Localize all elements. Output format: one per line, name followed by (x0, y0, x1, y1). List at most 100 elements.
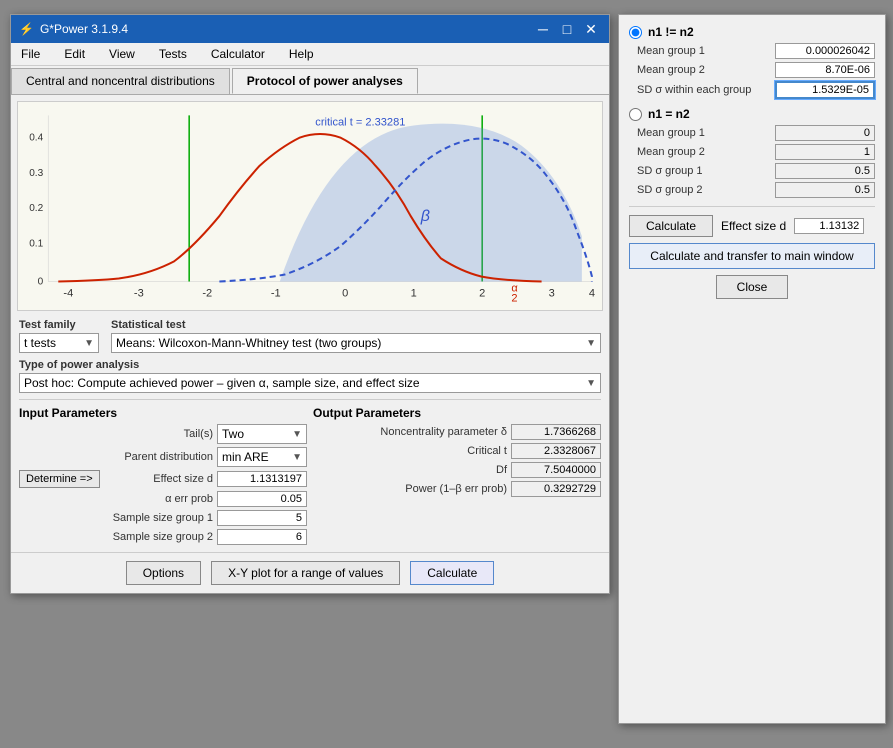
option1-section: n1 != n2 Mean group 1 Mean group 2 SD σ … (629, 25, 875, 99)
right-panel: n1 != n2 Mean group 1 Mean group 2 SD σ … (618, 14, 886, 724)
options-button[interactable]: Options (126, 561, 201, 585)
svg-text:0.1: 0.1 (29, 238, 43, 249)
tails-combo[interactable]: Two ▼ (217, 424, 307, 444)
option2-section: n1 = n2 Mean group 1 Mean group 2 SD σ g… (629, 107, 875, 198)
title-bar-controls: ─ □ ✕ (533, 19, 601, 39)
statistical-test-label: Statistical test (111, 319, 601, 331)
sd2-label: SD σ group 2 (637, 184, 703, 196)
svg-text:4: 4 (589, 288, 595, 300)
minimize-button[interactable]: ─ (533, 19, 553, 39)
right-close-button[interactable]: Close (716, 275, 789, 299)
menu-bar: File Edit View Tests Calculator Help (11, 43, 609, 66)
option2-radio[interactable] (629, 108, 642, 121)
sd2-input[interactable] (775, 182, 875, 198)
xy-plot-button[interactable]: X-Y plot for a range of values (211, 561, 400, 585)
power-analysis-combo[interactable]: Post hoc: Compute achieved power – given… (19, 373, 601, 393)
effect-row: Calculate Effect size d (629, 215, 875, 237)
mean1b-input[interactable] (775, 125, 875, 141)
parent-dist-label: Parent distribution (19, 451, 213, 463)
sample2-row: Sample size group 2 (19, 529, 307, 545)
app-title: G*Power 3.1.9.4 (40, 22, 128, 36)
critical-t-value[interactable] (511, 443, 601, 459)
mean2b-row: Mean group 2 (637, 144, 875, 160)
tails-label: Tail(s) (19, 428, 213, 440)
sample2-input[interactable] (217, 529, 307, 545)
svg-text:2: 2 (511, 293, 517, 305)
effect-size-d-label: Effect size d (721, 219, 786, 233)
sd1-label: SD σ group 1 (637, 165, 703, 177)
menu-edit[interactable]: Edit (58, 45, 91, 63)
option2-params: Mean group 1 Mean group 2 SD σ group 1 S… (637, 125, 875, 198)
chevron-down-icon-2: ▼ (586, 338, 596, 349)
option1-radio[interactable] (629, 26, 642, 39)
svg-text:2: 2 (479, 288, 485, 300)
app-icon: ⚡ (19, 22, 34, 36)
mean1b-row: Mean group 1 (637, 125, 875, 141)
power-row: Power (1–β err prob) (313, 481, 601, 497)
ncp-row: Noncentrality parameter δ (313, 424, 601, 440)
statistical-test-combo[interactable]: Means: Wilcoxon-Mann-Whitney test (two g… (111, 333, 601, 353)
sd1-input[interactable] (775, 163, 875, 179)
title-bar: ⚡ G*Power 3.1.9.4 ─ □ ✕ (11, 15, 609, 43)
chevron-down-icon-3: ▼ (586, 378, 596, 389)
alpha-input[interactable] (217, 491, 307, 507)
effect-size-d-input[interactable] (794, 218, 864, 234)
svg-text:β: β (420, 207, 430, 225)
effect-size-label: Effect size d (104, 473, 213, 485)
ncp-value[interactable] (511, 424, 601, 440)
distribution-chart: -4 -3 -2 -1 0 1 2 3 4 0 0.1 0.2 0.3 0.4 (18, 102, 602, 310)
test-family-combo[interactable]: t tests ▼ (19, 333, 99, 353)
critical-t-label: Critical t (313, 445, 507, 457)
sd-within-row: SD σ within each group (637, 81, 875, 99)
df-value[interactable] (511, 462, 601, 478)
svg-text:0.2: 0.2 (29, 203, 43, 214)
mean1-row: Mean group 1 (637, 43, 875, 59)
ncp-label: Noncentrality parameter δ (313, 426, 507, 438)
tab-distributions[interactable]: Central and noncentral distributions (11, 68, 230, 94)
title-bar-left: ⚡ G*Power 3.1.9.4 (19, 22, 128, 36)
mean1-label: Mean group 1 (637, 45, 705, 57)
output-params-title: Output Parameters (313, 406, 601, 420)
sample2-label: Sample size group 2 (19, 531, 213, 543)
chart-area: -4 -3 -2 -1 0 1 2 3 4 0 0.1 0.2 0.3 0.4 (17, 101, 603, 311)
option2-radio-row: n1 = n2 (629, 107, 875, 121)
effect-size-input[interactable] (217, 471, 307, 487)
right-calculate-button[interactable]: Calculate (629, 215, 713, 237)
output-params-section: Output Parameters Noncentrality paramete… (313, 406, 601, 548)
bottom-buttons: Options X-Y plot for a range of values C… (11, 552, 609, 593)
input-params-section: Input Parameters Tail(s) Two ▼ Parent di… (19, 406, 307, 548)
parent-dist-combo[interactable]: min ARE ▼ (217, 447, 307, 467)
menu-file[interactable]: File (15, 45, 46, 63)
svg-text:-1: -1 (271, 288, 281, 300)
close-window-button[interactable]: ✕ (581, 19, 601, 39)
power-analysis-label: Type of power analysis (19, 359, 139, 371)
maximize-button[interactable]: □ (557, 19, 577, 39)
svg-text:1: 1 (411, 288, 417, 300)
tab-protocol[interactable]: Protocol of power analyses (232, 68, 418, 94)
power-value[interactable] (511, 481, 601, 497)
menu-calculator[interactable]: Calculator (205, 45, 271, 63)
option1-radio-row: n1 != n2 (629, 25, 875, 39)
df-row: Df (313, 462, 601, 478)
critical-t-row: Critical t (313, 443, 601, 459)
calculate-button[interactable]: Calculate (410, 561, 494, 585)
mean2-row: Mean group 2 (637, 62, 875, 78)
sample1-input[interactable] (217, 510, 307, 526)
menu-view[interactable]: View (103, 45, 141, 63)
chevron-down-icon-5: ▼ (292, 452, 302, 463)
svg-text:0.3: 0.3 (29, 168, 43, 179)
tails-row: Tail(s) Two ▼ (19, 424, 307, 444)
sd-within-input[interactable] (775, 81, 875, 99)
mean2-input[interactable] (775, 62, 875, 78)
menu-tests[interactable]: Tests (153, 45, 193, 63)
transfer-button[interactable]: Calculate and transfer to main window (629, 243, 875, 269)
svg-text:3: 3 (549, 288, 555, 300)
mean2b-label: Mean group 2 (637, 146, 705, 158)
mean1-input[interactable] (775, 43, 875, 59)
menu-help[interactable]: Help (283, 45, 320, 63)
divider-right (629, 206, 875, 207)
svg-text:-2: -2 (202, 288, 212, 300)
determine-button[interactable]: Determine => (19, 470, 100, 488)
sd1-row: SD σ group 1 (637, 163, 875, 179)
mean2b-input[interactable] (775, 144, 875, 160)
